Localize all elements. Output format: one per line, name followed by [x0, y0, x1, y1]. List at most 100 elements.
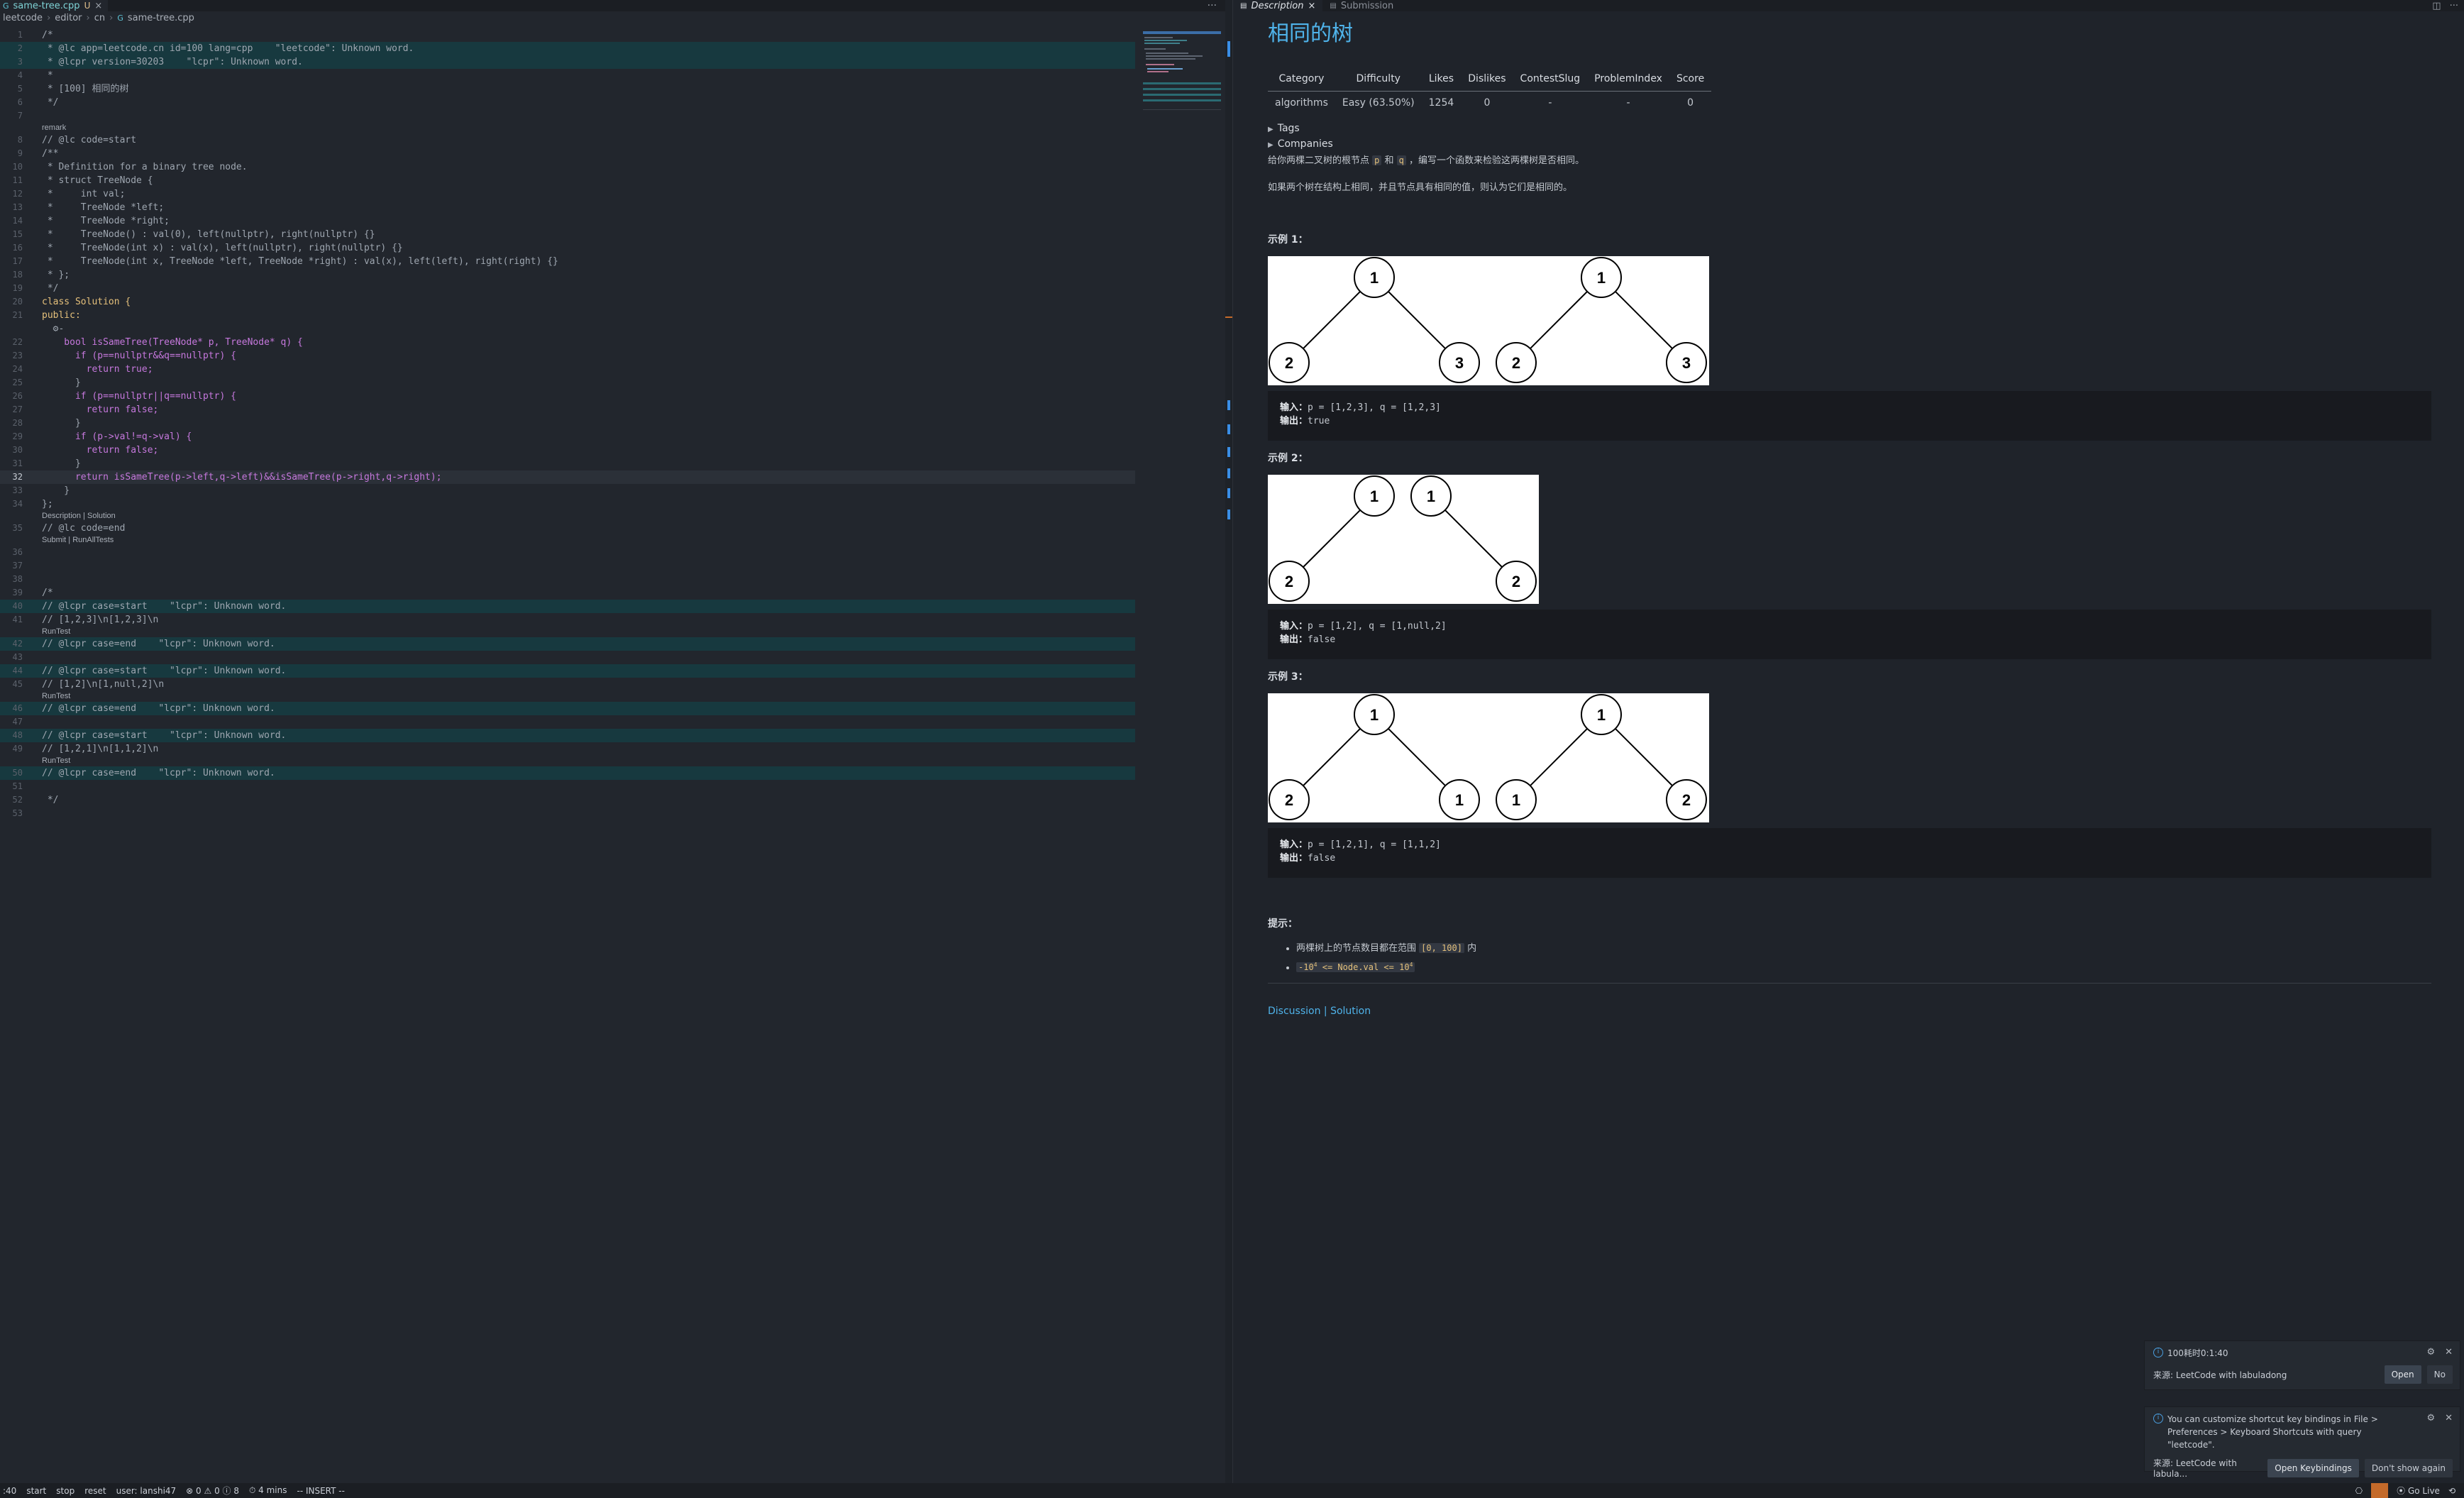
open-keybindings-button[interactable]: Open Keybindings [2267, 1458, 2359, 1477]
code-line[interactable]: 8 // @lc code=start [0, 133, 1135, 147]
tab-same-tree-cpp[interactable]: G same-tree.cpp U × [0, 0, 109, 11]
status-user[interactable]: user: lanshi47 [116, 1486, 177, 1496]
editor-scrollbar[interactable] [1225, 0, 1232, 1483]
status-start[interactable]: start [26, 1486, 46, 1496]
code-line[interactable]: 37 [0, 559, 1135, 573]
code-line[interactable]: 52 */ [0, 793, 1135, 807]
code-line[interactable]: 44 // @lcpr case=start "lcpr": Unknown wo… [0, 664, 1135, 678]
minimap[interactable] [1143, 31, 1221, 109]
code-line[interactable]: 4 * [0, 69, 1135, 82]
code-line[interactable]: 16 * TreeNode(int x) : val(x), left(null… [0, 241, 1135, 255]
code-line[interactable]: 12 * int val; [0, 187, 1135, 201]
code-line[interactable]: 6 */ [0, 96, 1135, 109]
go-live-button[interactable]: ⦿ Go Live [2397, 1485, 2440, 1497]
status-problems[interactable]: ⊗ 0 ⚠ 0 ⓘ 8 [186, 1485, 239, 1497]
code-line[interactable]: 2 * @lc app=leetcode.cn id=100 lang=cpp … [0, 42, 1135, 55]
code-line[interactable]: 13 * TreeNode *left; [0, 201, 1135, 214]
breadcrumb-item[interactable]: same-tree.cpp [128, 13, 194, 23]
code-line[interactable]: 22 bool isSameTree(TreeNode* p, TreeNode… [0, 336, 1135, 349]
no-button[interactable]: No [2426, 1365, 2453, 1384]
code-line[interactable]: 14 * TreeNode *right; [0, 214, 1135, 228]
breadcrumb-item[interactable]: leetcode [3, 13, 43, 23]
tags-toggle[interactable]: ▶ Tags [1268, 121, 2431, 136]
code-line[interactable]: 35 // @lc code=end [0, 522, 1135, 535]
gear-icon[interactable]: ⚙ [2426, 1347, 2435, 1357]
open-button[interactable]: Open [2384, 1365, 2421, 1384]
code-line[interactable]: 26 if (p==nullptr||q==nullptr) { [0, 390, 1135, 403]
split-editor-icon[interactable]: ◫ [2432, 1, 2441, 11]
code-line[interactable]: 27 return false; [0, 403, 1135, 417]
code-line[interactable]: 51 [0, 780, 1135, 793]
close-icon[interactable]: × [1308, 1, 1316, 11]
code-line[interactable]: 31 } [0, 457, 1135, 470]
code-line[interactable]: 46 // @lcpr case=end "lcpr": Unknown word… [0, 702, 1135, 715]
solution-link[interactable]: Solution [1330, 1006, 1371, 1017]
more-actions-icon[interactable]: ··· [1208, 0, 1217, 11]
code-line[interactable]: 23 if (p==nullptr&&q==nullptr) { [0, 349, 1135, 363]
code-line[interactable]: 15 * TreeNode() : val(0), left(nullptr),… [0, 228, 1135, 241]
code-line[interactable]: 17 * TreeNode(int x, TreeNode *left, Tre… [0, 255, 1135, 268]
code-line[interactable]: 18 * }; [0, 268, 1135, 282]
status-reset[interactable]: reset [84, 1486, 106, 1496]
code-line[interactable]: 34}; [0, 497, 1135, 511]
close-icon[interactable]: × [94, 1, 102, 11]
code-line[interactable]: 32 return isSameTree(p->left,q->left)&&i… [0, 470, 1135, 484]
code-line[interactable]: 29 if (p->val!=q->val) { [0, 430, 1135, 444]
status-timer[interactable]: ⏱ 4 mins [249, 1485, 287, 1496]
code-line[interactable]: 19 */ [0, 282, 1135, 295]
bell-icon[interactable]: ⟲ [2448, 1486, 2455, 1496]
copilot-icon[interactable]: ⎔ [2355, 1486, 2363, 1496]
companies-toggle[interactable]: ▶ Companies [1268, 136, 2431, 152]
code-line[interactable]: 10 * Definition for a binary tree node. [0, 160, 1135, 174]
code-line[interactable]: 30 return false; [0, 444, 1135, 457]
gear-icon[interactable]: ⚙ [2426, 1413, 2435, 1423]
code-line[interactable]: 42 // @lcpr case=end "lcpr": Unknown word… [0, 637, 1135, 651]
code-line[interactable]: 48 // @lcpr case=start "lcpr": Unknown wo… [0, 729, 1135, 742]
code-line[interactable]: 21 public: [0, 309, 1135, 322]
breadcrumb-item[interactable]: editor [55, 13, 82, 23]
code-line[interactable]: 9 /** [0, 147, 1135, 160]
status-position[interactable]: :40 [3, 1486, 16, 1496]
tab-description[interactable]: ▤ Description × [1233, 0, 1323, 11]
more-actions-icon[interactable]: ··· [2450, 1, 2458, 11]
discussion-link[interactable]: Discussion [1268, 1006, 1320, 1017]
code-line[interactable]: 40 // @lcpr case=start "lcpr": Unknown wo… [0, 600, 1135, 613]
remote-icon[interactable] [2371, 1483, 2389, 1498]
code-line[interactable]: 20 class Solution { [0, 295, 1135, 309]
code-line[interactable]: 33 } [0, 484, 1135, 497]
close-icon[interactable]: ✕ [2445, 1413, 2453, 1423]
codelens[interactable]: RunTest [0, 756, 1135, 766]
code-line[interactable]: 11 * struct TreeNode { [0, 174, 1135, 187]
code-line[interactable]: 28 } [0, 417, 1135, 430]
code-line[interactable]: 24 return true; [0, 363, 1135, 376]
code-line[interactable]: ⚙- [0, 322, 1135, 336]
code-lines[interactable]: 1 /* 2 * @lc app=leetcode.cn id=100 lang=c… [0, 28, 1135, 820]
code-line[interactable]: 25 } [0, 376, 1135, 390]
code-line[interactable]: 5 * [100] 相同的树 [0, 82, 1135, 96]
code-line[interactable]: 47 [0, 715, 1135, 729]
codelens[interactable]: RunTest [0, 627, 1135, 637]
codelens[interactable]: Submit | RunAllTests [0, 535, 1135, 546]
dont-show-again-button[interactable]: Don't show again [2364, 1458, 2453, 1477]
close-icon[interactable]: ✕ [2445, 1347, 2453, 1357]
code-line[interactable]: 43 [0, 651, 1135, 664]
breadcrumb-item[interactable]: cn [94, 13, 105, 23]
code-line[interactable]: 50 // @lcpr case=end "lcpr": Unknown word… [0, 766, 1135, 780]
line-number: 40 [12, 601, 23, 611]
line-text: // @lcpr case=end "lcpr": Unknown word. [42, 768, 275, 778]
code-line[interactable]: 49 // [1,2,1]\n[1,1,2]\n [0, 742, 1135, 756]
code-line[interactable]: 53 [0, 807, 1135, 820]
codelens[interactable]: Description | Solution [0, 511, 1135, 522]
code-line[interactable]: 39 /* [0, 586, 1135, 600]
code-line[interactable]: 3 * @lcpr version=30203 "lcpr": Unknown … [0, 55, 1135, 69]
tab-submission[interactable]: ▤ Submission [1322, 0, 1400, 11]
code-line[interactable]: 38 [0, 573, 1135, 586]
status-stop[interactable]: stop [56, 1486, 74, 1496]
codelens[interactable]: remark [0, 123, 1135, 133]
codelens[interactable]: RunTest [0, 691, 1135, 702]
code-line[interactable]: 41 // [1,2,3]\n[1,2,3]\n [0, 613, 1135, 627]
code-line[interactable]: 7 [0, 109, 1135, 123]
code-line[interactable]: 36 [0, 546, 1135, 559]
code-line[interactable]: 45 // [1,2]\n[1,null,2]\n [0, 678, 1135, 691]
code-line[interactable]: 1 /* [0, 28, 1135, 42]
